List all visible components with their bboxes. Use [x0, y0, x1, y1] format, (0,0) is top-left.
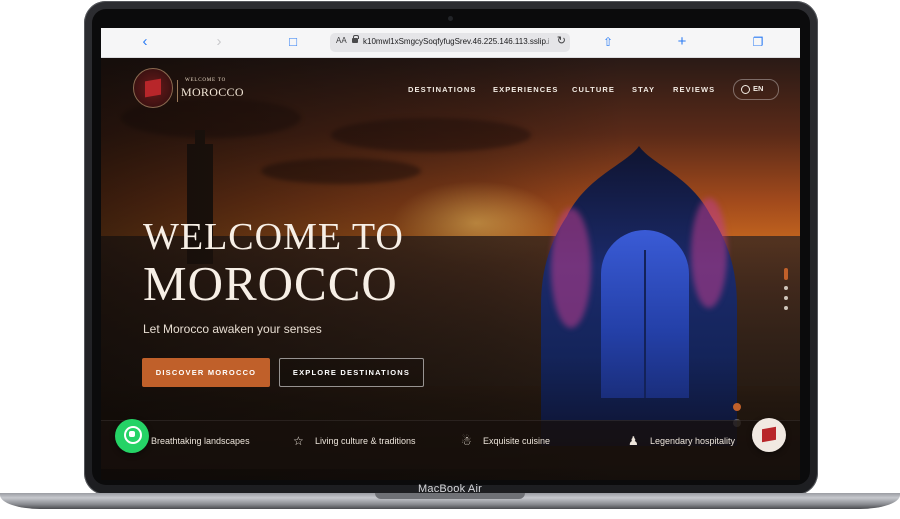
nav-experiences[interactable]: EXPERIENCES: [493, 85, 558, 94]
slide-dot[interactable]: [784, 296, 788, 300]
nav-culture[interactable]: CULTURE: [572, 85, 615, 94]
nav-stay[interactable]: STAY: [632, 85, 655, 94]
slide-dot[interactable]: [784, 306, 788, 310]
feature-label: Living culture & traditions: [315, 436, 416, 446]
browser-toolbar: ‹ › □ AA k10mwl1xSmgcySoqfyfugSrev.46.22…: [101, 28, 800, 58]
star-icon: ☆: [293, 434, 304, 448]
discover-morocco-button[interactable]: DISCOVER MOROCCO: [142, 358, 270, 387]
logo-name-text: MOROCCO: [181, 85, 244, 99]
hero-title-line2: MOROCCO: [143, 256, 398, 311]
image-dot[interactable]: [733, 403, 741, 411]
flowers: [551, 208, 591, 328]
cloche-icon: ☃: [461, 434, 472, 448]
feature-label: Legendary hospitality: [650, 436, 736, 446]
screen: ‹ › □ AA k10mwl1xSmgcySoqfyfugSrev.46.22…: [101, 28, 800, 480]
logo-divider: [177, 80, 178, 102]
site-logo[interactable]: [133, 68, 173, 108]
reload-icon[interactable]: ↻: [557, 34, 566, 47]
whatsapp-button[interactable]: [115, 419, 149, 453]
lock-icon: [352, 35, 359, 43]
slide-dot[interactable]: [784, 268, 788, 280]
slide-dot[interactable]: [784, 286, 788, 290]
logo-top-text: WELCOME TO: [185, 78, 227, 83]
features-bar: Breathtaking landscapes ☆ Living culture…: [101, 420, 800, 469]
brand-badge-button[interactable]: [752, 418, 786, 452]
phone-icon: [129, 431, 135, 437]
address-bar[interactable]: AA k10mwl1xSmgcySoqfyfugSrev.46.225.146.…: [330, 33, 570, 52]
globe-icon: [741, 85, 750, 94]
logo-mark-icon: [145, 78, 161, 98]
nav-destinations[interactable]: DESTINATIONS: [408, 85, 476, 94]
blue-door: [601, 230, 689, 398]
new-tab-icon[interactable]: +: [675, 34, 689, 50]
reader-button[interactable]: AA: [336, 36, 347, 45]
url-text: k10mwl1xSmgcySoqfyfugSrev.46.225.146.113…: [363, 37, 549, 46]
tabs-icon[interactable]: ❐: [751, 34, 765, 50]
logo-mark-icon: [762, 426, 776, 443]
bookmarks-icon[interactable]: □: [285, 34, 301, 50]
language-selector[interactable]: EN: [733, 79, 779, 100]
hero-title-line1: WELCOME TO: [143, 216, 404, 258]
hero-tagline: Let Morocco awaken your senses: [143, 322, 322, 336]
people-icon: ♟: [628, 434, 639, 448]
flowers: [691, 198, 727, 308]
device-label: MacBook Air: [418, 483, 482, 495]
feature-label: Exquisite cuisine: [483, 436, 551, 446]
explore-destinations-button[interactable]: EXPLORE DESTINATIONS: [279, 358, 424, 387]
back-button[interactable]: ‹: [139, 34, 151, 50]
forward-button[interactable]: ›: [213, 34, 225, 50]
share-icon[interactable]: ⇧: [601, 34, 615, 50]
language-label: EN: [753, 84, 764, 93]
feature-label: Breathtaking landscapes: [151, 436, 250, 446]
nav-reviews[interactable]: REVIEWS: [673, 85, 715, 94]
slider-dots[interactable]: [783, 268, 789, 316]
camera: [448, 16, 453, 21]
